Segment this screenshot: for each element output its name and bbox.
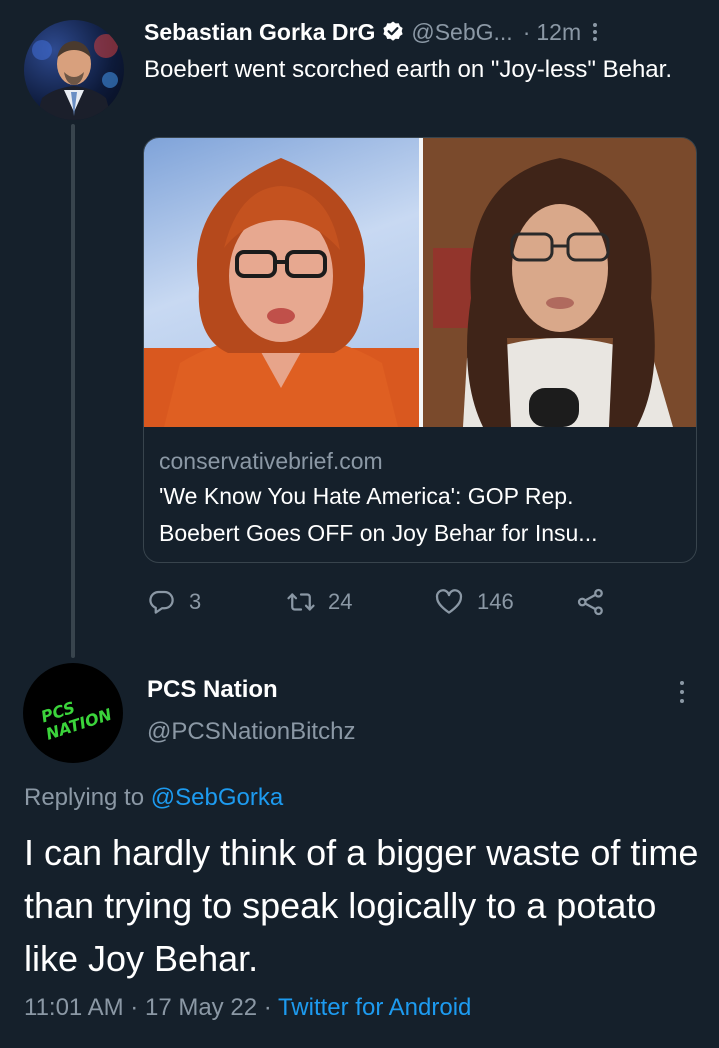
like-action[interactable]: 146 (433, 586, 514, 618)
replying-to-prefix: Replying to (24, 784, 145, 811)
link-card-photo-left (144, 138, 419, 427)
reply-author-handle[interactable]: @PCSNationBitchz (147, 718, 355, 746)
reply-text: I can hardly think of a bigger waste of … (24, 832, 699, 979)
tweet-header: Sebastian Gorka DrG @SebG... · 12m (144, 14, 704, 50)
thread-line (71, 124, 75, 658)
reply-date: 17 May 22 (144, 994, 258, 1021)
link-card-photo-right (423, 138, 696, 427)
tweet-timestamp[interactable]: 12m (536, 19, 581, 46)
author-avatar-image (32, 34, 118, 120)
reply-author-display-name[interactable]: PCS Nation (147, 676, 278, 704)
retweet-action[interactable]: 24 (286, 586, 352, 618)
replying-to-mention[interactable]: @SebGorka (151, 784, 283, 811)
meta-separator-1: · (130, 994, 145, 1021)
reply-action[interactable]: 3 (147, 586, 201, 618)
replying-to-line: Replying to @SebGorka (24, 784, 283, 812)
reply-icon (149, 590, 174, 614)
author-display-name[interactable]: Sebastian Gorka DrG (144, 19, 375, 46)
reply-client-link[interactable]: Twitter for Android (278, 994, 471, 1021)
reply-author-avatar[interactable]: PCS NATION (23, 663, 123, 763)
link-card-domain: conservativebrief.com (159, 448, 383, 474)
retweet-icon (287, 593, 315, 611)
reply-more-icon[interactable] (680, 681, 684, 703)
like-icon (435, 589, 463, 614)
tweet-text: Boebert went scorched earth on "Joy-less… (144, 56, 672, 83)
share-icon (577, 588, 603, 616)
like-count: 146 (477, 589, 514, 614)
link-card-image (144, 138, 696, 427)
link-card[interactable]: conservativebrief.com 'We Know You Hate … (143, 137, 697, 563)
reply-meta: 11:01 AM · 17 May 22 · Twitter for Andro… (24, 994, 471, 1022)
link-card-meta: conservativebrief.com 'We Know You Hate … (159, 444, 689, 552)
link-card-title: 'We Know You Hate America': GOP Rep. Boe… (159, 483, 598, 546)
header-separator: · (522, 18, 531, 45)
retweet-count: 24 (328, 589, 353, 614)
meta-separator-2: · (263, 994, 278, 1021)
more-icon[interactable] (593, 23, 598, 41)
reply-count: 3 (189, 589, 202, 614)
author-avatar[interactable] (24, 20, 124, 120)
reply-avatar-logo: PCS NATION (39, 698, 115, 744)
share-action[interactable] (576, 586, 618, 618)
reply-time: 11:01 AM (24, 994, 124, 1021)
author-handle[interactable]: @SebG... (411, 19, 512, 46)
verified-badge-icon (381, 20, 405, 44)
